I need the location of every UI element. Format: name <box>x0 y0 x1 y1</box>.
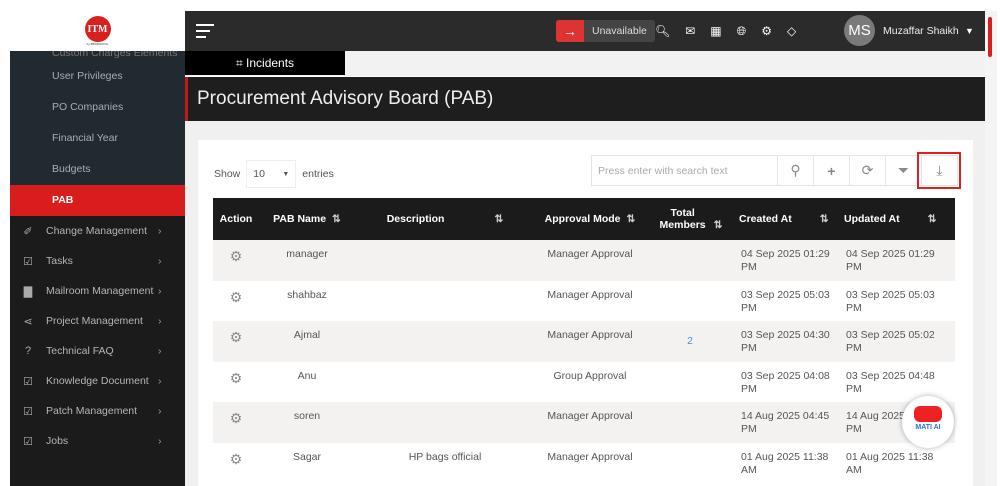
col-created-at[interactable]: Created At ⇅ <box>735 198 840 240</box>
search-input[interactable] <box>592 156 777 185</box>
pab-table: Action PAB Name ⇅ Description ⇅ Approval M… <box>213 198 955 483</box>
chevron-right-icon: › <box>158 375 162 387</box>
robot-icon <box>914 406 942 422</box>
sidebar-item-financial-year[interactable]: Financial Year <box>10 123 185 154</box>
caret-down-icon: ▼ <box>282 170 290 178</box>
sidebar-item-pab[interactable]: PAB <box>10 185 185 216</box>
col-pab-name[interactable]: PAB Name ⇅ <box>259 198 355 240</box>
sidebar-item-patch-management[interactable]: ☑ Patch Management › <box>10 396 185 426</box>
page-size-select[interactable]: 10 ▼ <box>246 160 297 188</box>
chevron-right-icon: › <box>158 345 162 357</box>
tab-bar: ⌗ Incidents <box>185 51 985 76</box>
sidebar-item-knowledge-document[interactable]: ☑ Knowledge Document › <box>10 366 185 396</box>
search-button[interactable]: ⚲ <box>777 156 813 185</box>
members-link[interactable] <box>645 402 735 443</box>
search-toolbar: ⚲ + ⟳ ⏷ ⤓ <box>591 152 961 189</box>
caret-down-icon[interactable]: ▼ <box>965 11 974 51</box>
chevron-right-icon: › <box>158 435 162 447</box>
gear-icon[interactable]: ⚙ <box>230 289 243 305</box>
download-button[interactable]: ⤓ <box>917 152 961 189</box>
checkbox-icon: ☑ <box>23 375 33 388</box>
members-link[interactable] <box>645 443 735 484</box>
col-action: Action <box>213 198 259 240</box>
checkbox-icon: ☑ <box>23 405 33 418</box>
ai-chip-icon: ⌗ <box>235 56 247 70</box>
sidebar-item-custom-charges[interactable]: Custom Charges Elements <box>10 51 185 61</box>
members-link[interactable] <box>645 240 735 281</box>
sidebar: ITM by BRAINCOOL Custom Charges Elements … <box>10 11 185 486</box>
share-icon: ⋖ <box>23 315 33 328</box>
topbar: → Unavailable 🔍︎ ✉ ▦ 🌐︎ ⚙ ◇ MS Muzaffar S… <box>185 11 985 51</box>
sidebar-item-tasks[interactable]: ☑ Tasks › <box>10 246 185 276</box>
table-row: ⚙ shahbaz Manager Approval 03 Sep 2025 0… <box>213 281 955 322</box>
sidebar-item-change-management[interactable]: ✐ Change Management › <box>10 216 185 246</box>
sidebar-item-mailroom-management[interactable]: ▇ Mailroom Management › <box>10 276 185 306</box>
table-row: ⚙ manager Manager Approval 04 Sep 2025 0… <box>213 240 955 281</box>
sidebar-item-technical-faq[interactable]: ? Technical FAQ › <box>10 336 185 366</box>
ticket-icon[interactable]: ◇ <box>787 24 796 38</box>
row-actions[interactable]: ⚙ <box>213 443 259 484</box>
page-title: Procurement Advisory Board (PAB) <box>185 77 985 121</box>
checkbox-icon: ☑ <box>23 435 33 448</box>
wand-icon: ✐ <box>23 225 33 238</box>
mati-ai-assistant[interactable]: MATI AI <box>902 396 954 448</box>
tab-incidents[interactable]: ⌗ Incidents <box>185 51 345 75</box>
menu-icon[interactable] <box>196 24 214 38</box>
page-size-control: Show 10 ▼ entries <box>214 160 334 188</box>
sidebar-item-budgets[interactable]: Budgets <box>10 154 185 185</box>
refresh-button[interactable]: ⟳ <box>849 156 885 185</box>
sidebar-item-jobs[interactable]: ☑ Jobs › <box>10 426 185 456</box>
chevron-right-icon: › <box>158 315 162 327</box>
col-updated-at[interactable]: Updated At ⇅ <box>840 198 955 240</box>
calendar-icon[interactable]: ▦ <box>710 24 721 38</box>
status-toggle[interactable]: → Unavailable <box>556 20 655 42</box>
row-actions[interactable]: ⚙ <box>213 402 259 443</box>
arrow-right-icon: → <box>556 20 584 42</box>
mail-icon[interactable]: ✉ <box>685 24 695 38</box>
sidebar-item-user-privileges[interactable]: User Privileges <box>10 61 185 92</box>
avatar[interactable]: MS <box>844 15 875 46</box>
gear-icon[interactable]: ⚙ <box>230 248 243 264</box>
add-button[interactable]: + <box>813 156 849 185</box>
col-approval-mode[interactable]: Approval Mode ⇅ <box>535 198 645 240</box>
col-total-members[interactable]: Total Members ⇅ <box>645 198 735 240</box>
row-actions[interactable]: ⚙ <box>213 281 259 322</box>
table-row: ⚙ Ajmal Manager Approval 2 03 Sep 2025 0… <box>213 321 955 362</box>
checkbox-icon: ☑ <box>23 255 33 268</box>
members-link[interactable] <box>645 281 735 322</box>
members-link[interactable] <box>645 362 735 403</box>
chevron-right-icon: › <box>158 285 162 297</box>
file-icon: ▇ <box>23 285 33 298</box>
members-link[interactable]: 2 <box>645 321 735 362</box>
scrollbar[interactable] <box>985 11 997 486</box>
gear-icon[interactable]: ⚙ <box>761 24 772 38</box>
row-actions[interactable]: ⚙ <box>213 321 259 362</box>
question-icon: ? <box>24 345 32 357</box>
submenu: Custom Charges Elements User Privileges … <box>10 51 185 216</box>
globe-icon[interactable]: 🌐︎ <box>737 24 747 39</box>
sidebar-item-project-management[interactable]: ⋖ Project Management › <box>10 306 185 336</box>
gear-icon[interactable]: ⚙ <box>230 329 243 345</box>
row-actions[interactable]: ⚙ <box>213 240 259 281</box>
table-row: ⚙ soren Manager Approval 14 Aug 2025 04:… <box>213 402 955 443</box>
search-icon[interactable]: 🔍︎ <box>655 24 670 38</box>
row-actions[interactable]: ⚙ <box>213 362 259 403</box>
chevron-right-icon: › <box>158 255 162 267</box>
table-row: ⚙ Sagar HP bags official Manager Approva… <box>213 443 955 484</box>
chevron-right-icon: › <box>158 225 162 237</box>
gear-icon[interactable]: ⚙ <box>230 370 243 386</box>
gear-icon[interactable]: ⚙ <box>230 410 243 426</box>
logo[interactable]: ITM by BRAINCOOL <box>10 11 185 51</box>
col-description[interactable]: Description ⇅ <box>355 198 535 240</box>
filter-button[interactable]: ⏷ <box>885 156 921 185</box>
table-row: ⚙ Anu Group Approval 03 Sep 2025 04:08 PM… <box>213 362 955 403</box>
user-name[interactable]: Muzaffar Shaikh <box>883 11 959 51</box>
sidebar-item-po-companies[interactable]: PO Companies <box>10 92 185 123</box>
gear-icon[interactable]: ⚙ <box>230 451 243 467</box>
chevron-right-icon: › <box>158 405 162 417</box>
